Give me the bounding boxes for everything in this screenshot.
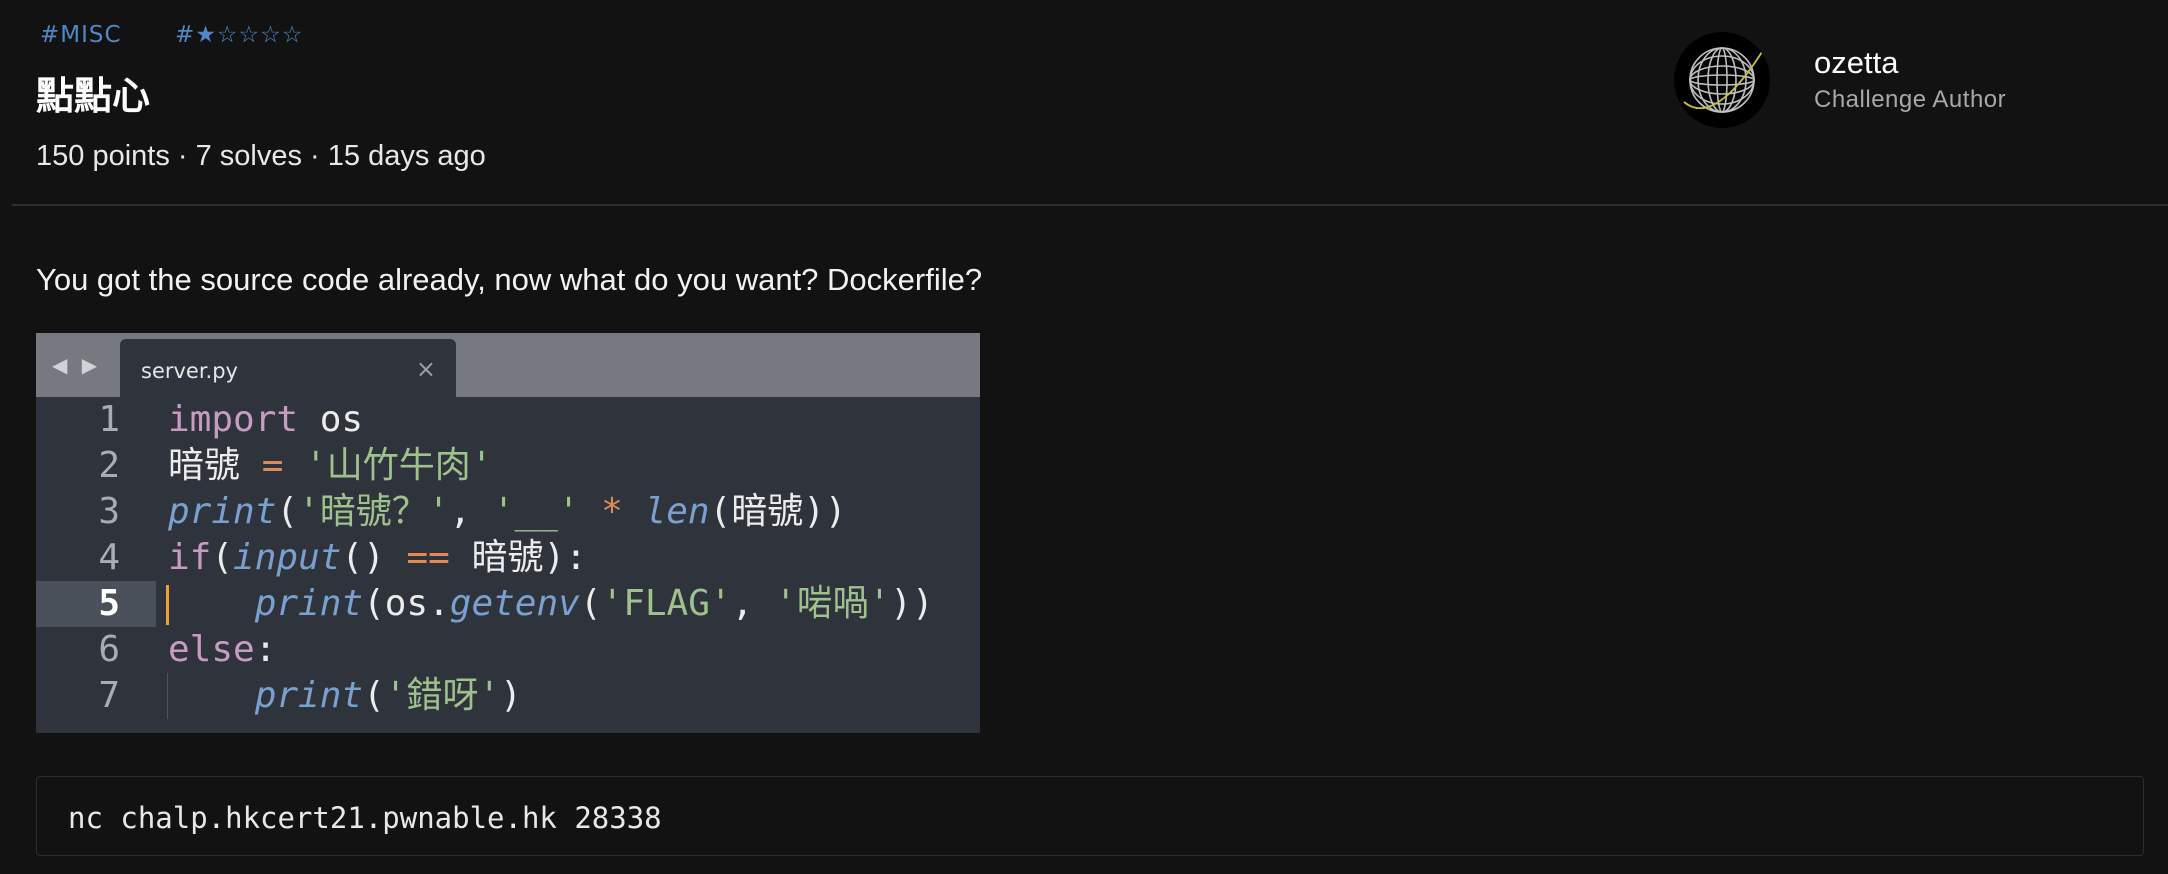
code-line: 7 print('錯呀') — [36, 673, 980, 719]
line-number: 5 — [36, 581, 156, 627]
code-text: if(input() == 暗號): — [168, 537, 587, 578]
code-text: print('錯呀') — [254, 675, 522, 716]
author-card[interactable]: ozetta Challenge Author — [1674, 32, 2006, 128]
editor-tabbar: ◀ ▶ server.py × — [36, 333, 980, 397]
connection-command-box[interactable]: nc chalp.hkcert21.pwnable.hk 28338 — [36, 776, 2144, 856]
tab-filename: server.py — [141, 359, 238, 383]
editor-tab: server.py × — [120, 339, 456, 397]
line-number: 7 — [98, 675, 120, 716]
avatar[interactable] — [1674, 32, 1770, 128]
code-text: else: — [168, 629, 277, 670]
challenge-meta: 150 points · 7 solves · 15 days ago — [36, 140, 486, 172]
code-text: import os — [168, 399, 364, 440]
code-lines: 1 import os 2 暗號 = '山竹牛肉' 3 print('暗號？', '__'… — [36, 397, 980, 719]
code-line: 2 暗號 = '山竹牛肉' — [36, 443, 980, 489]
code-text: print('暗號？', '__' * len(暗號)) — [168, 491, 847, 532]
challenge-description: You got the source code already, now wha… — [36, 262, 983, 297]
source-code-image: ◀ ▶ server.py × 1 import os 2 暗號 = '山竹牛肉' 3 p… — [36, 333, 980, 733]
difficulty-tag[interactable]: #★☆☆☆☆ — [175, 22, 303, 48]
author-role: Challenge Author — [1814, 86, 2007, 113]
line-number: 4 — [98, 537, 120, 578]
nav-arrows-icon: ◀ ▶ — [52, 353, 102, 377]
connection-command[interactable]: nc chalp.hkcert21.pwnable.hk 28338 — [68, 801, 662, 835]
code-line: 4 if(input() == 暗號): — [36, 535, 980, 581]
code-line: 3 print('暗號？', '__' * len(暗號)) — [36, 489, 980, 535]
code-line: 1 import os — [36, 397, 980, 443]
close-icon: × — [415, 355, 436, 383]
code-text: print(os.getenv('FLAG', '啱喎')) — [254, 583, 934, 624]
challenge-title: 點點心 — [36, 74, 151, 118]
code-line: 5 print(os.getenv('FLAG', '啱喎')) — [36, 581, 980, 627]
code-line: 6 else: — [36, 627, 980, 673]
line-number: 2 — [98, 445, 120, 486]
code-text: 暗號 = '山竹牛肉' — [168, 445, 493, 486]
line-number: 3 — [98, 491, 120, 532]
line-number: 1 — [98, 399, 120, 440]
author-name[interactable]: ozetta — [1814, 43, 2006, 83]
header-divider — [12, 204, 2168, 206]
category-tag[interactable]: #MISC — [40, 22, 122, 48]
line-number: 6 — [98, 629, 120, 670]
